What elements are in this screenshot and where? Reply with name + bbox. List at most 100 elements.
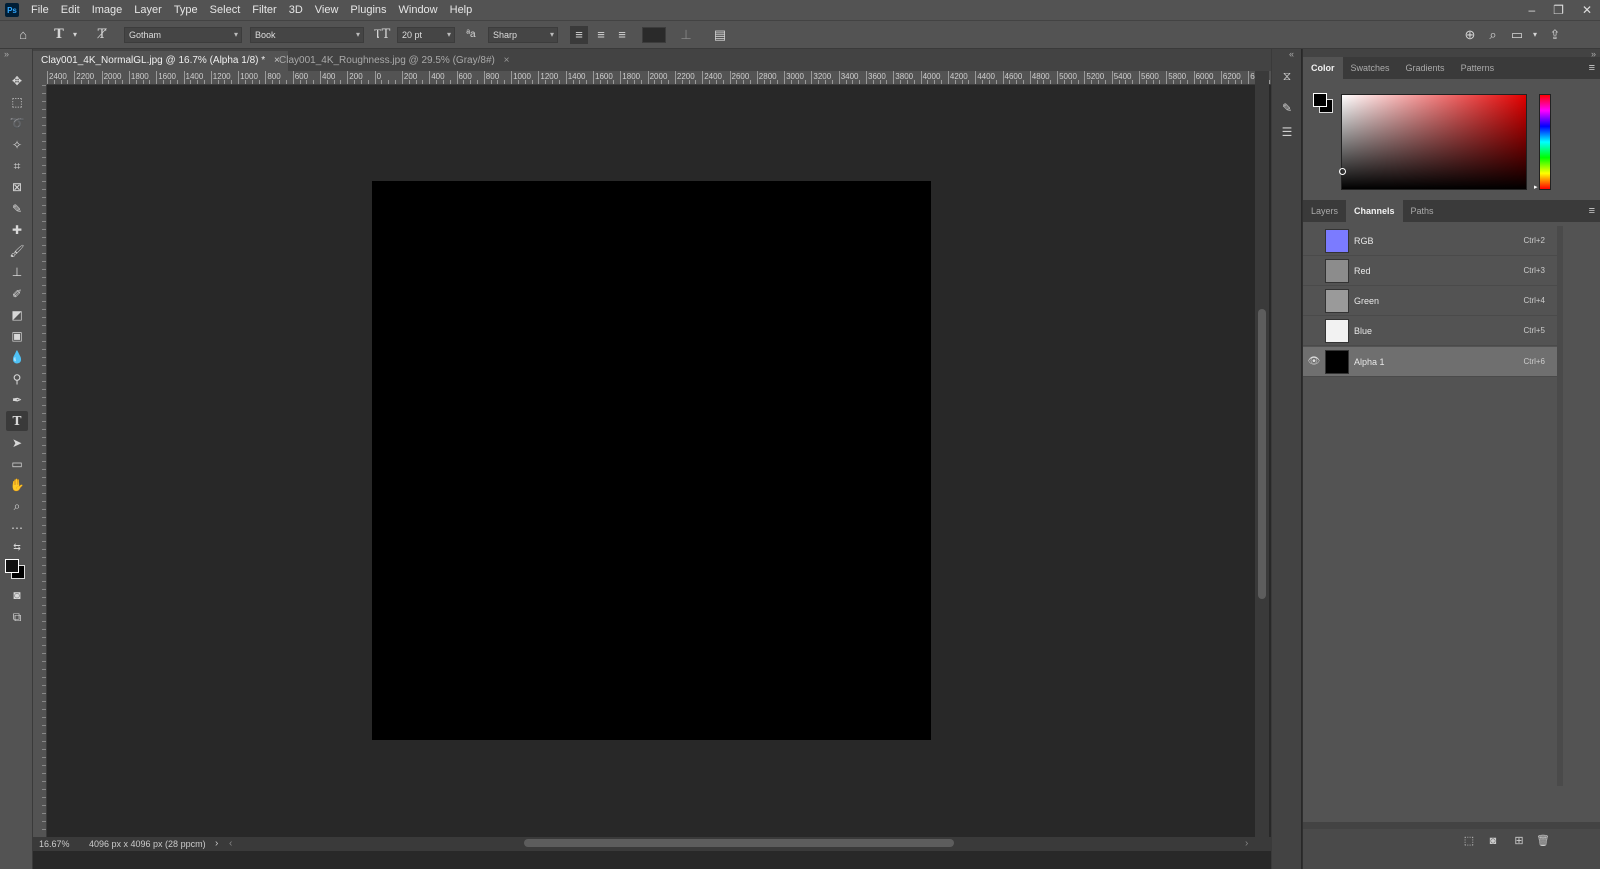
type-tool-icon[interactable]: T (6, 411, 28, 431)
collapse-icon[interactable]: « (1289, 49, 1294, 59)
move-tool-icon[interactable]: ✥ (6, 71, 28, 91)
channel-row-blue[interactable]: Blue Ctrl+5 (1303, 316, 1557, 346)
font-family-select[interactable]: Gotham ▾ (124, 27, 242, 43)
trash-icon[interactable]: 🗑 (1535, 833, 1551, 849)
tab-gradients[interactable]: Gradients (1398, 57, 1453, 79)
tab-paths[interactable]: Paths (1403, 200, 1442, 222)
zoom-level[interactable]: 16.67% (39, 837, 70, 851)
channel-row-alpha-1[interactable]: 👁 Alpha 1 Ctrl+6 (1303, 347, 1557, 377)
menu-help[interactable]: Help (444, 0, 479, 20)
font-size-select[interactable]: 20 pt ▾ (397, 27, 455, 43)
tab-layers[interactable]: Layers (1303, 200, 1346, 222)
collapse-icon[interactable]: » (4, 49, 9, 59)
foreground-color-swatch[interactable] (5, 559, 19, 573)
channels-scrollbar[interactable] (1557, 226, 1563, 786)
menu-view[interactable]: View (309, 0, 345, 20)
channel-row-rgb[interactable]: RGB Ctrl+2 (1303, 226, 1557, 256)
frame-tool-icon[interactable]: ⊠ (6, 177, 28, 197)
more-tools-icon[interactable]: ⋯ (6, 518, 28, 538)
quick-mask-icon[interactable]: ◙ (6, 585, 28, 605)
tab-document-roughness[interactable]: Clay001_4K_Roughness.jpg @ 29.5% (Gray/8… (271, 51, 517, 71)
vertical-scroll-thumb[interactable] (1258, 309, 1266, 599)
close-window-icon[interactable]: ✕ (1582, 3, 1592, 17)
blur-tool-icon[interactable]: 💧 (6, 347, 28, 367)
chevron-down-icon[interactable]: ▾ (1526, 26, 1544, 44)
zoom-tool-icon[interactable]: ⌕ (6, 496, 28, 516)
document-canvas[interactable] (372, 181, 931, 740)
horizontal-scroll-thumb[interactable] (524, 839, 954, 847)
save-selection-icon[interactable]: ◙ (1485, 833, 1501, 849)
rectangle-tool-icon[interactable]: ▭ (6, 454, 28, 474)
channel-row-green[interactable]: Green Ctrl+4 (1303, 286, 1557, 316)
panel-menu-icon[interactable]: ≡ (1589, 57, 1595, 79)
menu-type[interactable]: Type (168, 0, 204, 20)
character-panel-icon[interactable]: ▤ (711, 26, 729, 44)
visibility-toggle[interactable] (1307, 324, 1321, 338)
menu-image[interactable]: Image (86, 0, 129, 20)
menu-plugins[interactable]: Plugins (344, 0, 392, 20)
brush-tool-icon[interactable]: 🖌 (6, 241, 28, 261)
adjustments-icon[interactable]: ☰ (1278, 123, 1296, 141)
menu-select[interactable]: Select (204, 0, 247, 20)
vertical-scrollbar[interactable] (1255, 71, 1269, 837)
share-icon[interactable]: ⊕ (1461, 26, 1479, 44)
gradient-tool-icon[interactable]: ▣ (6, 326, 28, 346)
tab-document-normal[interactable]: Clay001_4K_NormalGL.jpg @ 16.7% (Alpha 1… (33, 51, 288, 71)
eye-icon[interactable]: 👁 (1307, 355, 1321, 369)
export-icon[interactable]: ⇪ (1546, 26, 1564, 44)
restore-icon[interactable]: ❐ (1553, 3, 1564, 17)
visibility-toggle[interactable] (1307, 264, 1321, 278)
minimize-icon[interactable]: – (1528, 3, 1535, 17)
healing-brush-tool-icon[interactable]: ✚ (6, 220, 28, 240)
visibility-toggle[interactable] (1307, 234, 1321, 248)
tab-swatches[interactable]: Swatches (1343, 57, 1398, 79)
tab-color[interactable]: Color (1303, 57, 1343, 79)
close-tab-icon[interactable]: × (504, 55, 510, 66)
hue-slider-handle[interactable]: ▸ (1534, 183, 1538, 191)
font-style-select[interactable]: Book ▾ (250, 27, 364, 43)
menu-3d[interactable]: 3D (283, 0, 309, 20)
warp-text-icon[interactable]: ⊥ (677, 26, 695, 44)
magic-wand-tool-icon[interactable]: ✧ (6, 135, 28, 155)
brush-settings-icon[interactable]: ✎ (1278, 99, 1296, 117)
search-icon[interactable]: ⌕ (1484, 26, 1502, 44)
chevron-down-icon[interactable]: ▾ (66, 26, 84, 44)
screen-mode-icon[interactable]: ⧉ (6, 607, 28, 627)
foreground-color-swatch[interactable] (1313, 93, 1327, 107)
tab-patterns[interactable]: Patterns (1453, 57, 1503, 79)
scroll-right-icon[interactable]: › (1245, 837, 1248, 851)
scroll-left-icon[interactable]: ‹ (229, 837, 232, 851)
visibility-toggle[interactable] (1307, 294, 1321, 308)
dodge-tool-icon[interactable]: ⚲ (6, 369, 28, 389)
lasso-tool-icon[interactable]: ➰ (6, 113, 28, 133)
antialias-select[interactable]: Sharp ▾ (488, 27, 558, 43)
menu-filter[interactable]: Filter (246, 0, 282, 20)
align-center-icon[interactable]: ≡ (592, 26, 610, 44)
vertical-ruler[interactable] (33, 85, 47, 837)
chevron-right-icon[interactable]: › (215, 837, 218, 851)
history-brush-tool-icon[interactable]: ✐ (6, 284, 28, 304)
history-panel-icon[interactable]: ⧖ (1278, 67, 1296, 85)
marquee-tool-icon[interactable]: ⬚ (6, 92, 28, 112)
pen-tool-icon[interactable]: ✒ (6, 390, 28, 410)
menu-file[interactable]: File (25, 0, 55, 20)
align-left-icon[interactable]: ≡ (570, 26, 588, 44)
home-icon[interactable]: ⌂ (14, 26, 32, 44)
align-right-icon[interactable]: ≡ (613, 26, 631, 44)
hue-slider[interactable]: ▸ (1534, 94, 1551, 191)
clone-stamp-tool-icon[interactable]: ⊥ (6, 262, 28, 282)
menu-window[interactable]: Window (393, 0, 444, 20)
text-color-swatch[interactable] (642, 27, 666, 43)
path-selection-tool-icon[interactable]: ➤ (6, 433, 28, 453)
color-picker-field[interactable] (1339, 94, 1527, 190)
crop-tool-icon[interactable]: ⌗ (6, 156, 28, 176)
menu-edit[interactable]: Edit (55, 0, 86, 20)
new-channel-icon[interactable]: ⊞ (1511, 833, 1527, 849)
hand-tool-icon[interactable]: ✋ (6, 475, 28, 495)
eraser-tool-icon[interactable]: ◩ (6, 305, 28, 325)
panel-menu-icon[interactable]: ≡ (1589, 200, 1595, 222)
color-picker-cursor[interactable] (1339, 168, 1346, 175)
workspace-icon[interactable]: ▭ (1508, 26, 1526, 44)
menu-layer[interactable]: Layer (128, 0, 168, 20)
channel-row-red[interactable]: Red Ctrl+3 (1303, 256, 1557, 286)
